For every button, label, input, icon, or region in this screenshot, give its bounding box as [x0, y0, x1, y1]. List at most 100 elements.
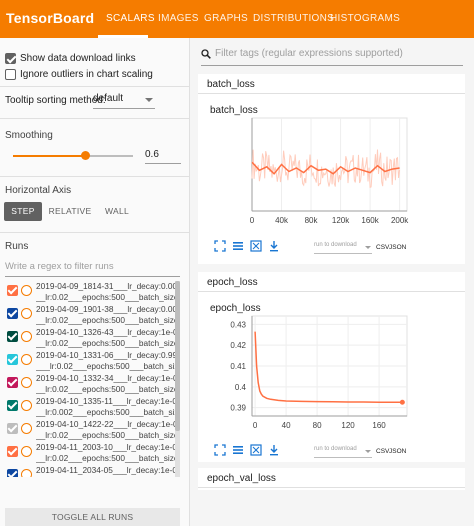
run-checkbox[interactable] [7, 446, 18, 457]
csv-download-link[interactable]: CSV [376, 448, 389, 455]
run-item[interactable]: 2019-04-10_1335-11___lr_decay:1e-06_ __lr… [0, 396, 180, 419]
run-checkbox[interactable] [7, 400, 18, 411]
divider [0, 176, 190, 177]
show-download-links-checkbox[interactable] [5, 53, 16, 64]
run-checkbox[interactable] [7, 469, 18, 477]
runs-scrollbar[interactable] [175, 281, 180, 477]
chart-title: epoch_loss [210, 303, 261, 314]
json-download-link[interactable]: JSON [389, 448, 406, 455]
expand-icon[interactable] [214, 444, 226, 456]
show-download-links-label: Show data download links [20, 53, 136, 64]
log-scale-icon[interactable] [232, 240, 244, 252]
axis-relative-button[interactable]: RELATIVE [48, 202, 92, 221]
horizontal-axis-label: Horizontal Axis [5, 185, 72, 196]
run-radio[interactable] [21, 469, 32, 477]
run-to-download-select[interactable]: run to download [314, 242, 372, 254]
section-header[interactable]: epoch_val_loss [198, 468, 465, 488]
run-name-line: 2019-04-10_1326-43___lr_decay:1e-06_ [36, 327, 176, 337]
axis-wall-button[interactable]: WALL [98, 202, 136, 221]
run-checkbox[interactable] [7, 354, 18, 365]
filter-underline [201, 65, 463, 66]
run-name-line: __lr:0.02___epochs:500___batch_size:20 [36, 384, 176, 394]
run-radio[interactable] [21, 423, 32, 434]
tooltip-sorting-label: Tooltip sorting method: [5, 95, 106, 106]
run-checkbox[interactable] [7, 377, 18, 388]
run-name-line: __lr:0.02___epochs:500___batch_size:20 [36, 338, 176, 348]
run-radio[interactable] [21, 446, 32, 457]
download-icon[interactable] [268, 444, 280, 456]
fit-domain-icon[interactable] [250, 240, 262, 252]
tag-filter-placeholder: Filter tags (regular expressions support… [215, 48, 403, 59]
run-name: 2019-04-11_2034-05___lr_decay:1e-06___lr… [36, 465, 176, 477]
run-name-line: __lr:0.02___epochs:500___batch_size:20 [36, 315, 176, 325]
smoothing-label: Smoothing [5, 130, 53, 141]
x-tick-label: 160k [361, 216, 379, 225]
tab-graphs[interactable]: GRAPHS [204, 13, 248, 24]
toggle-all-runs-button[interactable]: TOGGLE ALL RUNS [5, 508, 180, 526]
smoothing-input[interactable]: 0.6 [145, 149, 181, 164]
log-scale-icon[interactable] [232, 444, 244, 456]
run-name: 2019-04-10_1331-06___lr_decay:0.99999 ___… [36, 350, 176, 372]
ignore-outliers-checkbox[interactable] [5, 69, 16, 80]
run-item[interactable]: 2019-04-11_2034-05___lr_decay:1e-06___lr… [0, 465, 180, 477]
smoothing-slider[interactable] [13, 151, 133, 160]
fit-domain-icon[interactable] [250, 444, 262, 456]
run-item[interactable]: 2019-04-09_1901-38___lr_decay:0.001_ __lr… [0, 304, 180, 327]
tab-scalars[interactable]: SCALARS [106, 13, 155, 24]
run-radio[interactable] [21, 308, 32, 319]
run-name-line: 2019-04-09_1901-38___lr_decay:0.001_ [36, 304, 176, 314]
chevron-down-icon [145, 98, 153, 102]
run-radio[interactable] [21, 377, 32, 388]
search-icon [201, 49, 211, 59]
run-name-line: 2019-04-10_1332-34___lr_decay:1e-06_ [36, 373, 176, 383]
csv-download-link[interactable]: CSV [376, 244, 389, 251]
app-title: TensorBoard [6, 10, 95, 26]
x-tick-label: 200k [391, 216, 409, 225]
run-item[interactable]: 2019-04-10_1332-34___lr_decay:1e-06_ __lr… [0, 373, 180, 396]
expand-icon[interactable] [214, 240, 226, 252]
tab-distributions[interactable]: DISTRIBUTIONS [253, 13, 334, 24]
run-checkbox[interactable] [7, 285, 18, 296]
run-name-line: ___lr:0.02___epochs:500___batch_size:20 [36, 361, 176, 371]
tab-images[interactable]: IMAGES [158, 13, 199, 24]
batch-loss-chart[interactable]: 0 40k 80k 120k 160k 200k [202, 116, 412, 236]
run-item[interactable]: 2019-04-11_2003-10___lr_decay:1e-06_ __lr… [0, 442, 180, 465]
download-icon[interactable] [268, 240, 280, 252]
run-radio[interactable] [21, 400, 32, 411]
run-radio[interactable] [21, 354, 32, 365]
section-header[interactable]: batch_loss [198, 74, 465, 94]
section-title: batch_loss [207, 79, 255, 90]
y-tick-label: 0.4 [235, 383, 247, 392]
run-checkbox[interactable] [7, 423, 18, 434]
section-batch-loss: batch_loss batch_loss 0 40k 80k 120k 160k 200… [198, 74, 465, 264]
y-tick-label: 0.43 [230, 320, 246, 329]
scrollbar-thumb[interactable] [175, 281, 180, 431]
x-tick-label: 80k [305, 216, 319, 225]
run-item[interactable]: 2019-04-10_1422-22___lr_decay:1e-06_ __lr… [0, 419, 180, 442]
run-item[interactable]: 2019-04-09_1814-31___lr_decay:0.001_ __lr… [0, 281, 180, 304]
run-item[interactable]: 2019-04-10_1331-06___lr_decay:0.99999 ___… [0, 350, 180, 373]
y-tick-label: 0.39 [230, 404, 246, 413]
ignore-outliers-label: Ignore outliers in chart scaling [20, 69, 153, 80]
run-item[interactable]: 2019-04-10_1326-43___lr_decay:1e-06_ __lr… [0, 327, 180, 350]
tag-filter-input[interactable]: Filter tags (regular expressions support… [201, 48, 463, 64]
section-header[interactable]: epoch_loss [198, 272, 465, 292]
chart-title: batch_loss [210, 105, 258, 116]
run-checkbox[interactable] [7, 308, 18, 319]
run-name-line: __lr:0.02___epochs:500___batch_size:20 [36, 292, 176, 302]
smoothing-slider-fill [13, 155, 85, 157]
tab-histograms[interactable]: HISTOGRAMS [330, 13, 400, 24]
series-line [254, 331, 403, 404]
tooltip-sorting-select[interactable]: default [93, 93, 155, 109]
run-checkbox[interactable] [7, 331, 18, 342]
data-point [399, 399, 405, 405]
run-radio[interactable] [21, 331, 32, 342]
axis-step-button[interactable]: STEP [4, 202, 42, 221]
smoothing-slider-handle[interactable] [81, 151, 90, 160]
run-radio[interactable] [21, 285, 32, 296]
run-filter-input[interactable]: Write a regex to filter runs [5, 261, 180, 277]
json-download-link[interactable]: JSON [389, 244, 406, 251]
epoch-loss-chart[interactable]: 0 40 80 120 160 0.39 0.4 0.41 0.42 0.43 [202, 314, 412, 438]
section-epoch-val-loss: epoch_val_loss [198, 468, 465, 490]
run-to-download-select[interactable]: run to download [314, 446, 372, 458]
